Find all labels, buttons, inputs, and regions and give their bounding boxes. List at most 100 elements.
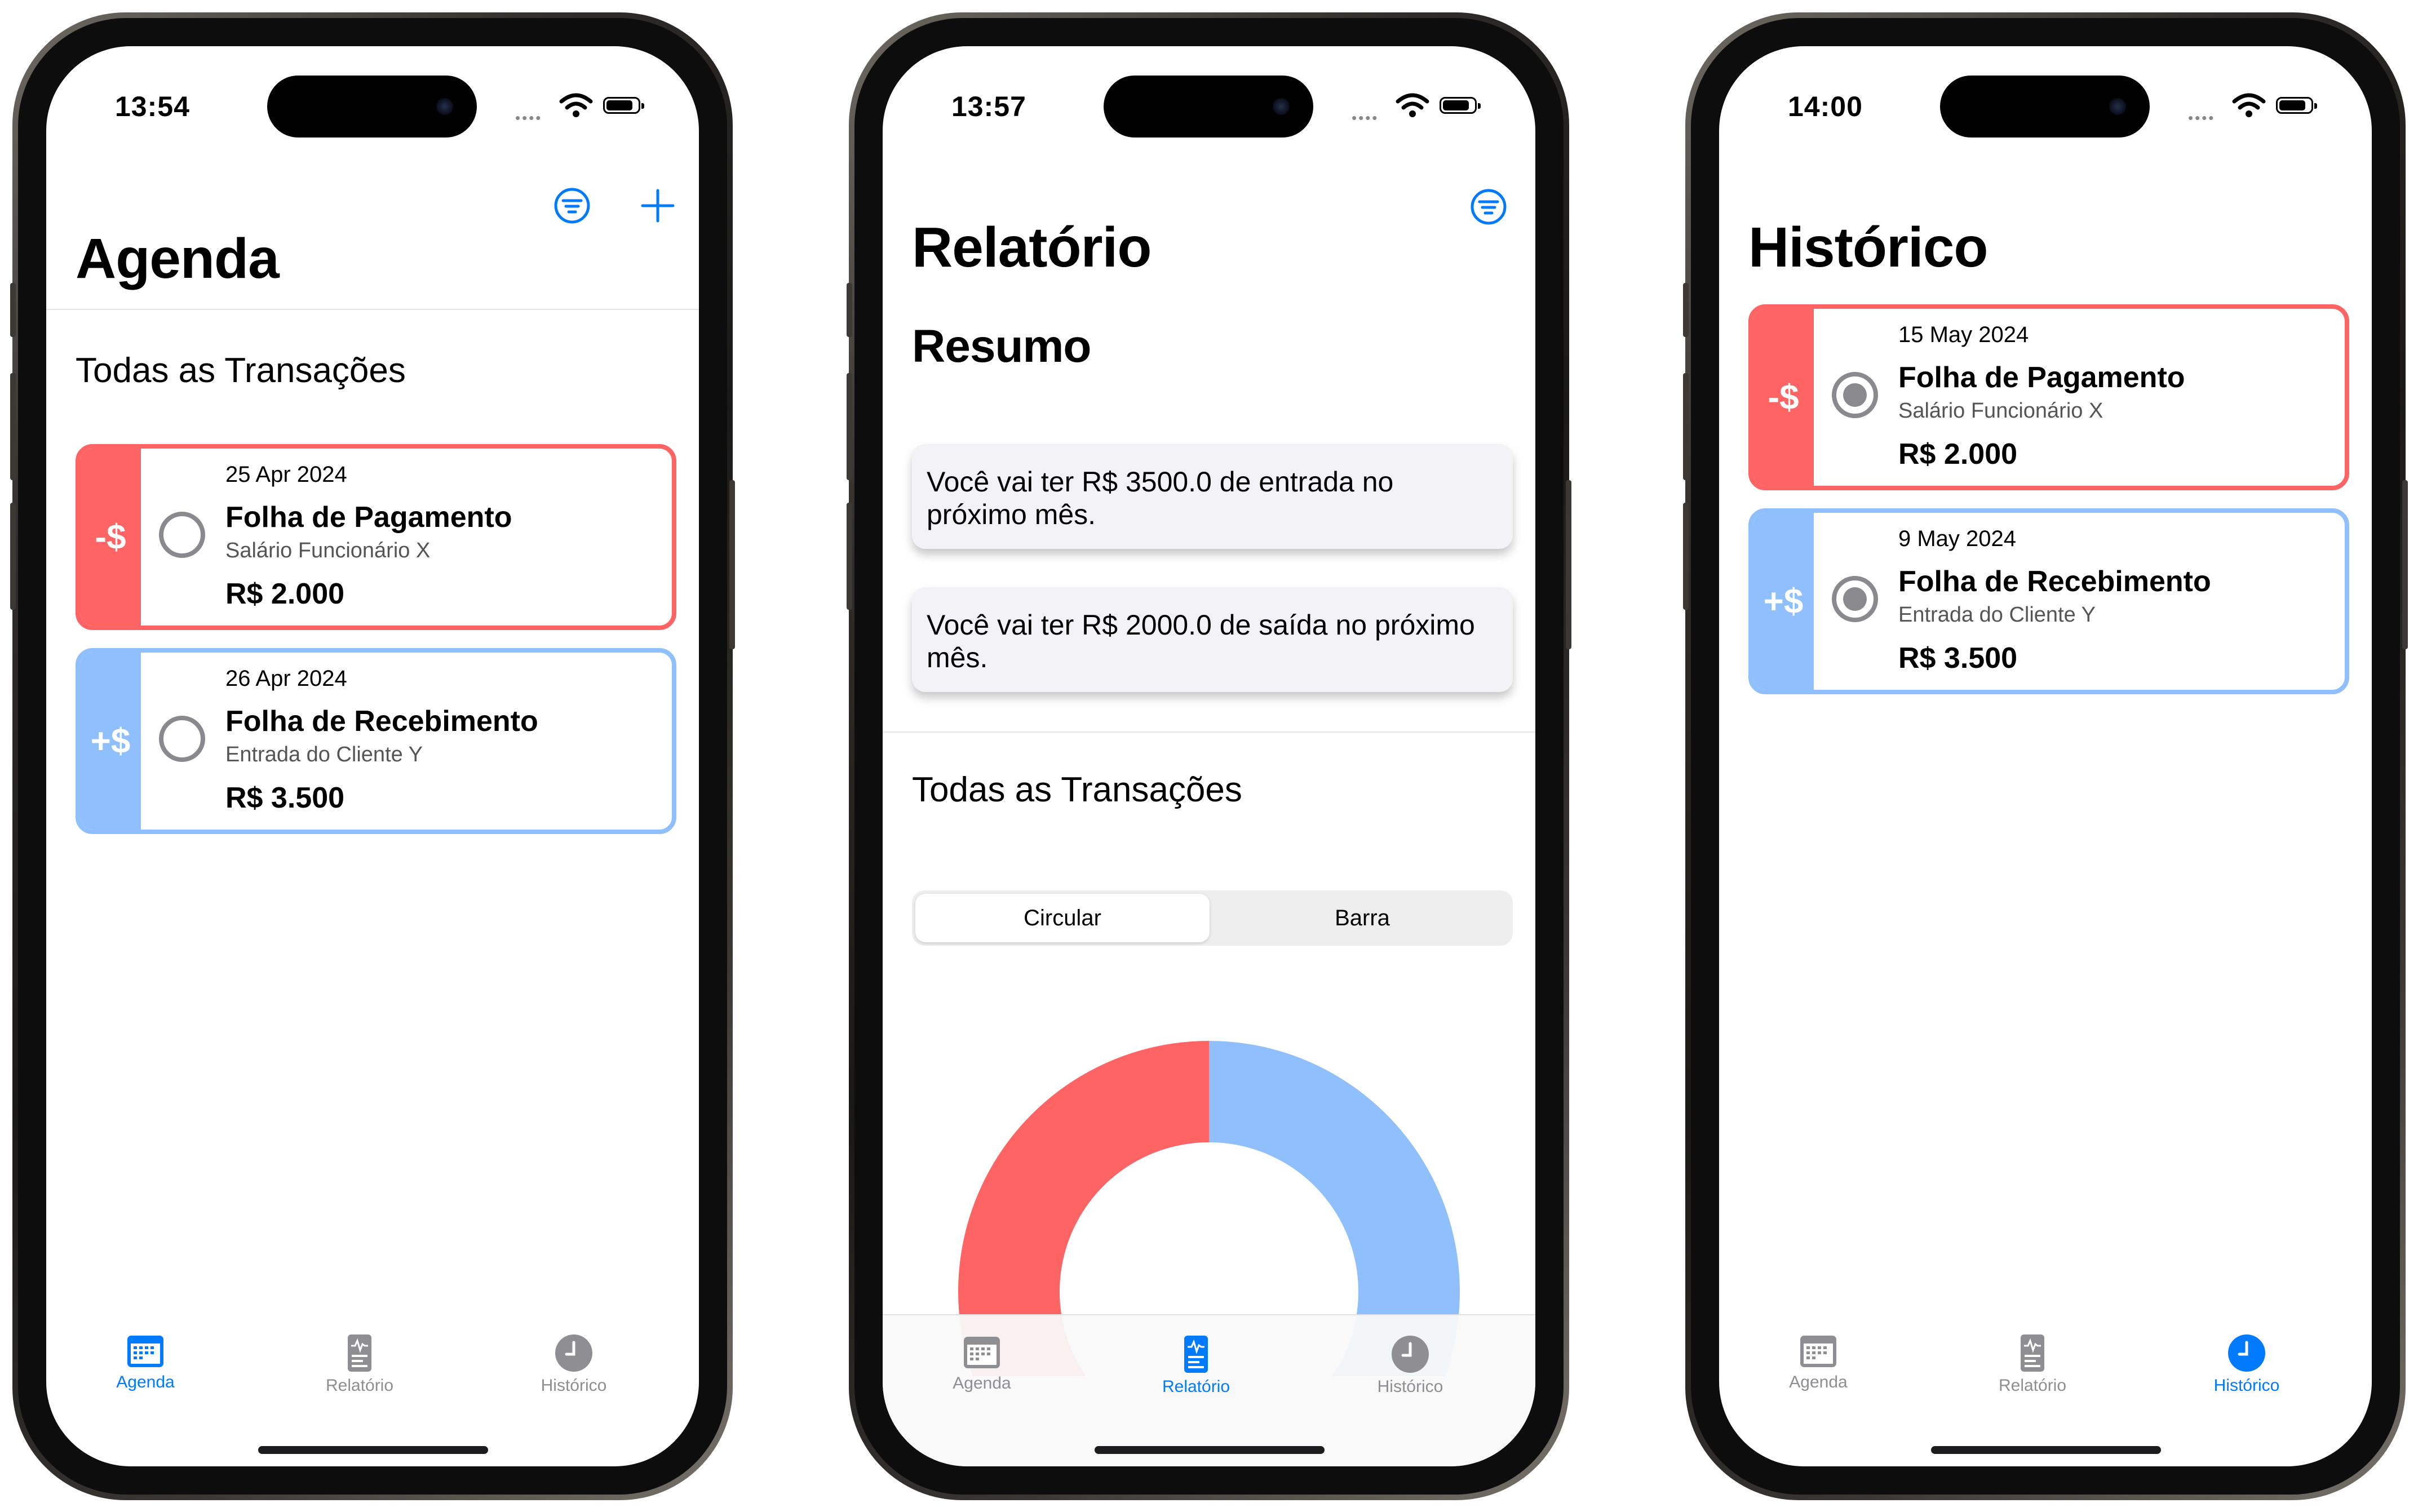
tab-relatorio-label: Relatório: [1998, 1376, 2067, 1395]
tab-relatorio[interactable]: Relatório: [1134, 1334, 1258, 1396]
segment-circular[interactable]: Circular: [915, 894, 1210, 942]
summary-card-income: Você vai ter R$ 3500.0 de entrada no pró…: [912, 444, 1513, 549]
status-time: 13:54: [115, 91, 190, 122]
section-title: Todas as Transações: [912, 770, 1242, 809]
income-sign: +$: [80, 653, 141, 830]
calendar-icon: [964, 1337, 1000, 1368]
tab-agenda-label: Agenda: [953, 1374, 1011, 1393]
screen: 13:57 •••• Relatório Resumo Você vai ter…: [883, 46, 1535, 1466]
camera-icon: [1273, 98, 1290, 115]
report-icon: [2021, 1334, 2044, 1372]
report-icon: [1184, 1336, 1208, 1373]
section-title: Todas as Transações: [76, 351, 406, 390]
transaction-subtitle: Entrada do Cliente Y: [225, 743, 423, 766]
clock-icon: [1392, 1336, 1429, 1373]
transaction-subtitle: Salário Funcionário X: [1898, 399, 2103, 423]
expense-sign: -$: [1753, 309, 1814, 486]
tab-agenda-label: Agenda: [1789, 1373, 1848, 1391]
tab-historico-label: Histórico: [2213, 1376, 2280, 1395]
transaction-amount: R$ 3.500: [1898, 642, 2018, 675]
wifi-icon: [2232, 93, 2266, 117]
tab-relatorio[interactable]: Relatório: [298, 1333, 422, 1395]
tab-agenda[interactable]: Agenda: [83, 1333, 207, 1392]
tab-historico[interactable]: Histórico: [2185, 1333, 2309, 1395]
tab-historico[interactable]: Histórico: [512, 1333, 636, 1395]
phone-agenda: 13:54 •••• Agenda Todas as Transações -$…: [10, 12, 735, 1500]
divider: [883, 731, 1535, 733]
tab-relatorio-label: Relatório: [1162, 1377, 1230, 1396]
wifi-icon: [559, 93, 593, 117]
volume-up-button: [847, 373, 852, 480]
clock-icon: [2228, 1334, 2265, 1372]
battery-icon: [2276, 97, 2317, 114]
volume-up-button: [1683, 373, 1689, 480]
power-button: [2402, 480, 2408, 649]
tab-relatorio[interactable]: Relatório: [1970, 1333, 2094, 1395]
status-circle-icon[interactable]: [159, 716, 205, 762]
page-title: Agenda: [76, 227, 280, 290]
battery-icon: [603, 97, 644, 114]
status-circle-filled-icon[interactable]: [1832, 372, 1878, 418]
transaction-amount: R$ 2.000: [1898, 438, 2018, 471]
tab-agenda-label: Agenda: [116, 1373, 175, 1391]
battery-icon: [1440, 97, 1481, 114]
transaction-amount: R$ 3.500: [225, 782, 345, 814]
dynamic-island: [267, 76, 477, 138]
page-title: Relatório: [912, 216, 1152, 279]
filter-icon[interactable]: [552, 186, 592, 225]
dynamic-island: [1940, 76, 2150, 138]
action-button: [1683, 283, 1689, 337]
divider: [46, 309, 699, 310]
action-button: [10, 283, 16, 337]
phone-historico: 14:00 •••• Histórico -$ 15 May 2024 Folh…: [1683, 12, 2408, 1500]
segment-barra[interactable]: Barra: [1215, 894, 1509, 942]
home-indicator[interactable]: [1931, 1446, 2161, 1454]
transaction-date: 25 Apr 2024: [225, 462, 347, 487]
volume-up-button: [10, 373, 16, 480]
screen: 14:00 •••• Histórico -$ 15 May 2024 Folh…: [1719, 46, 2372, 1466]
filter-icon[interactable]: [1469, 187, 1508, 227]
phone-relatorio: 13:57 •••• Relatório Resumo Você vai ter…: [847, 12, 1571, 1500]
volume-down-button: [10, 503, 16, 610]
transaction-card[interactable]: -$ 15 May 2024 Folha de Pagamento Salári…: [1748, 304, 2349, 490]
page-title: Histórico: [1748, 216, 1988, 279]
status-circle-filled-icon[interactable]: [1832, 576, 1878, 622]
summary-title: Resumo: [912, 321, 1092, 372]
action-button: [847, 283, 852, 337]
transaction-title: Folha de Recebimento: [225, 705, 538, 738]
transaction-subtitle: Salário Funcionário X: [225, 539, 431, 562]
chart-type-segmented-control[interactable]: Circular Barra: [912, 890, 1513, 946]
income-sign: +$: [1753, 513, 1814, 690]
screen: 13:54 •••• Agenda Todas as Transações -$…: [46, 46, 699, 1466]
volume-down-button: [1683, 503, 1689, 610]
transaction-title: Folha de Pagamento: [1898, 361, 2185, 394]
dynamic-island: [1104, 76, 1313, 138]
volume-down-button: [847, 503, 852, 610]
status-circle-icon[interactable]: [159, 512, 205, 558]
camera-icon: [436, 98, 453, 115]
transaction-subtitle: Entrada do Cliente Y: [1898, 603, 2096, 627]
transaction-card[interactable]: -$ 25 Apr 2024 Folha de Pagamento Salári…: [76, 444, 676, 630]
cellular-signal-icon: ••••: [2188, 109, 2216, 126]
calendar-icon: [1800, 1336, 1836, 1367]
tab-agenda[interactable]: Agenda: [1756, 1333, 1880, 1392]
donut-chart: [958, 1041, 1460, 1376]
transaction-date: 26 Apr 2024: [225, 666, 347, 691]
transaction-card[interactable]: +$ 26 Apr 2024 Folha de Recebimento Entr…: [76, 648, 676, 834]
tab-historico-label: Histórico: [541, 1376, 607, 1395]
transaction-card[interactable]: +$ 9 May 2024 Folha de Recebimento Entra…: [1748, 508, 2349, 694]
power-button: [729, 480, 735, 649]
transaction-title: Folha de Recebimento: [1898, 565, 2211, 598]
plus-icon[interactable]: [638, 186, 677, 225]
summary-card-expense: Você vai ter R$ 2000.0 de saída no próxi…: [912, 587, 1513, 692]
home-indicator[interactable]: [1095, 1446, 1325, 1454]
tab-historico[interactable]: Histórico: [1348, 1334, 1472, 1396]
home-indicator[interactable]: [258, 1446, 488, 1454]
expense-sign: -$: [80, 449, 141, 626]
tab-historico-label: Histórico: [1377, 1377, 1443, 1396]
tab-agenda[interactable]: Agenda: [920, 1334, 1044, 1393]
power-button: [1566, 480, 1571, 649]
transaction-date: 9 May 2024: [1898, 526, 2017, 551]
status-time: 13:57: [951, 91, 1026, 122]
status-time: 14:00: [1788, 91, 1863, 122]
